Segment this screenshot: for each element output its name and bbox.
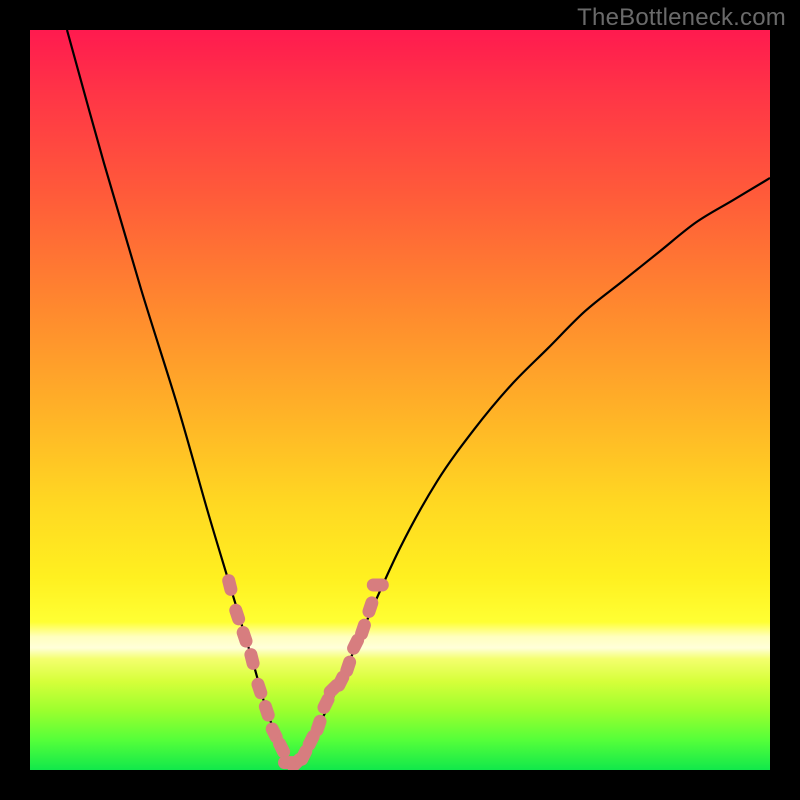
data-point: [228, 602, 247, 627]
watermark-label: TheBottleneck.com: [577, 4, 786, 32]
data-point: [257, 698, 276, 723]
data-point: [235, 624, 254, 649]
curve-layer: [30, 30, 770, 770]
plot-area: [30, 30, 770, 770]
chart-container: TheBottleneck.com: [0, 0, 800, 800]
data-point: [250, 676, 269, 701]
data-point: [243, 647, 261, 671]
data-points-group: [221, 573, 389, 770]
data-point: [367, 579, 389, 592]
data-point: [221, 573, 239, 597]
bottleneck-curve-path: [67, 30, 770, 763]
